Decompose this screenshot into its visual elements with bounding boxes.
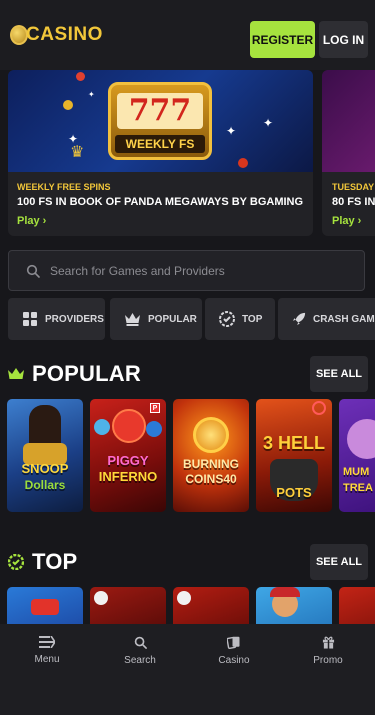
section-title: POPULAR <box>32 361 141 386</box>
nav-label: Promo <box>313 655 343 666</box>
promo-subtitle: WEEKLY FREE SPINS <box>17 182 111 192</box>
chip-popular[interactable]: POPULAR <box>110 298 202 340</box>
game-title: SNOOP <box>21 461 69 476</box>
chip-label: CRASH GAMES <box>312 313 375 325</box>
search-icon <box>134 636 147 649</box>
category-chips: PROVIDERS POPULAR TOP CRASH GAMES <box>8 298 375 340</box>
promo-play-link[interactable]: Play › <box>17 215 46 227</box>
chip-label: TOP <box>242 313 263 325</box>
promo-title: 100 FS IN BOOK OF PANDA MEGAWAYS BY BGAM… <box>17 196 304 208</box>
nav-casino[interactable]: Casino <box>187 636 281 666</box>
chip-label: PROVIDERS <box>45 313 104 325</box>
login-button[interactable]: LOG IN <box>319 21 368 58</box>
promo-card-tuesday[interactable]: TUESDAY R 80 FS IN Play › <box>322 70 375 236</box>
chip-providers[interactable]: PROVIDERS <box>8 298 105 340</box>
menu-icon <box>39 636 55 648</box>
game-subtitle: POTS <box>276 485 312 500</box>
game-tile-piggy-inferno[interactable]: P PIGGY INFERNO <box>90 399 166 512</box>
nav-label: Search <box>124 655 156 666</box>
nav-search[interactable]: Search <box>93 636 187 666</box>
crown-icon <box>8 368 24 379</box>
see-all-button[interactable]: SEE ALL <box>310 356 368 392</box>
chip-label: POPULAR <box>148 313 197 325</box>
logo-text: CASINO <box>26 24 103 45</box>
nav-promo[interactable]: Promo <box>281 636 375 666</box>
slot-777-text: 777 <box>117 93 203 129</box>
game-title: MUM <box>343 466 370 478</box>
search-icon <box>26 264 40 278</box>
provider-badge-icon: P <box>150 403 160 413</box>
game-tile-snoop-dogg-dollars[interactable]: SNOOP Dollars <box>7 399 83 512</box>
promo-title: 80 FS IN <box>332 196 375 208</box>
grid-icon <box>23 312 37 326</box>
nav-label: Menu <box>34 654 60 665</box>
casino-logo[interactable]: CASINO <box>10 24 103 46</box>
promo-card-weekly-fs[interactable]: ✦ ✦ ✦ ✦ ♛ 777 WEEKLY FS WEEKLY FREE SPIN… <box>8 70 313 236</box>
game-tile-burning-coins-40[interactable]: BURNING COINS40 <box>173 399 249 512</box>
top-header: CASINO REGISTER LOG IN <box>0 0 375 70</box>
promo-banner-image <box>322 70 375 172</box>
slot-machine-art: 777 WEEKLY FS <box>108 82 212 160</box>
badge-icon <box>8 554 24 570</box>
badge-icon <box>219 311 235 327</box>
popular-games-row: SNOOP Dollars P PIGGY INFERNO BURNING CO… <box>0 399 375 513</box>
chip-crash-games[interactable]: CRASH GAMES <box>278 298 375 340</box>
top-games-row <box>0 587 375 624</box>
promo-banner-image: ✦ ✦ ✦ ✦ ♛ 777 WEEKLY FS <box>8 70 313 172</box>
see-all-button[interactable]: SEE ALL <box>310 544 368 580</box>
cards-icon <box>227 636 240 649</box>
game-tile-3-hell-pots[interactable]: 3 HELL POTS <box>256 399 332 512</box>
section-title: TOP <box>32 549 78 574</box>
register-button[interactable]: REGISTER <box>250 21 315 58</box>
crown-decor-icon: ♛ <box>70 144 85 161</box>
game-tile-top-4[interactable] <box>256 587 332 624</box>
search-placeholder: Search for Games and Providers <box>50 263 225 278</box>
search-input[interactable]: Search for Games and Providers <box>8 250 365 291</box>
slot-weekly-fs-text: WEEKLY FS <box>115 135 205 153</box>
game-tile-top-5[interactable] <box>339 587 375 624</box>
crown-icon <box>125 313 140 326</box>
gift-icon <box>322 636 334 649</box>
nav-menu[interactable]: Menu <box>0 636 94 665</box>
game-title: PIGGY <box>107 453 149 468</box>
game-subtitle: TREA <box>343 482 373 494</box>
game-tile-top-2[interactable] <box>90 587 166 624</box>
game-subtitle: Dollars <box>24 478 66 492</box>
game-tile-top-1[interactable] <box>7 587 83 624</box>
promo-subtitle: TUESDAY R <box>332 182 375 192</box>
promo-play-link[interactable]: Play › <box>332 215 361 227</box>
chip-top[interactable]: TOP <box>205 298 275 340</box>
game-subtitle: INFERNO <box>98 469 158 484</box>
game-tile-mummy-treasure[interactable]: MUM TREA <box>339 399 375 512</box>
nav-label: Casino <box>218 655 250 666</box>
rocket-icon <box>292 312 306 326</box>
popular-section-header: POPULAR SEE ALL <box>8 356 368 392</box>
game-subtitle: COINS40 <box>185 472 237 486</box>
top-section-header: TOP SEE ALL <box>8 544 368 580</box>
game-title: 3 HELL <box>262 433 325 453</box>
game-tile-top-3[interactable] <box>173 587 249 624</box>
bottom-navigation: Menu Search Casino Promo <box>0 624 375 715</box>
game-title: BURNING <box>183 457 239 471</box>
